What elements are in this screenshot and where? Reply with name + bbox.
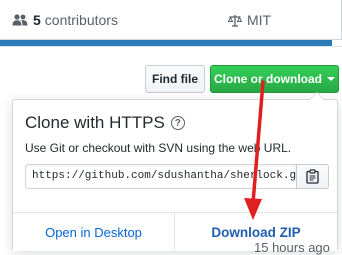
contributors-count: 5	[33, 12, 41, 28]
repo-summary-bar: 5 contributors MIT	[0, 0, 342, 40]
copy-url-button[interactable]	[296, 164, 329, 189]
repo-page: 5 contributors MIT Find file Clone or do…	[0, 0, 342, 255]
commit-time-ago: 15 hours ago	[254, 240, 330, 255]
clone-description: Use Git or checkout with SVN using the w…	[25, 141, 292, 155]
clone-url-input[interactable]: https://github.com/sdushantha/sherlock.g	[25, 164, 296, 189]
clone-dropdown-title: Clone with HTTPS ?	[25, 113, 185, 133]
find-file-button[interactable]: Find file	[145, 65, 205, 93]
contributors-link[interactable]: 5 contributors	[12, 12, 118, 28]
clone-label: Clone or download	[214, 72, 322, 86]
question-icon[interactable]: ?	[170, 116, 185, 130]
clone-url-group: https://github.com/sdushantha/sherlock.g	[25, 164, 329, 189]
license-label: MIT	[247, 12, 272, 28]
clone-or-download-button[interactable]: Clone or download	[210, 65, 339, 93]
find-file-label: Find file	[152, 72, 198, 86]
contributors-label: contributors	[44, 12, 118, 28]
law-scale-icon	[228, 14, 242, 27]
license-link[interactable]: MIT	[228, 12, 271, 28]
clone-title-text: Clone with HTTPS	[25, 113, 165, 132]
caret-down-icon	[327, 77, 335, 81]
divider	[0, 46, 342, 47]
clipboard-icon	[306, 169, 319, 184]
clone-dropdown: Clone with HTTPS ? Use Git or checkout w…	[12, 92, 338, 251]
open-in-desktop-link[interactable]: Open in Desktop	[13, 213, 175, 251]
download-zip-label: Download ZIP	[211, 224, 301, 240]
people-icon	[12, 14, 28, 26]
open-desktop-label: Open in Desktop	[45, 224, 142, 240]
